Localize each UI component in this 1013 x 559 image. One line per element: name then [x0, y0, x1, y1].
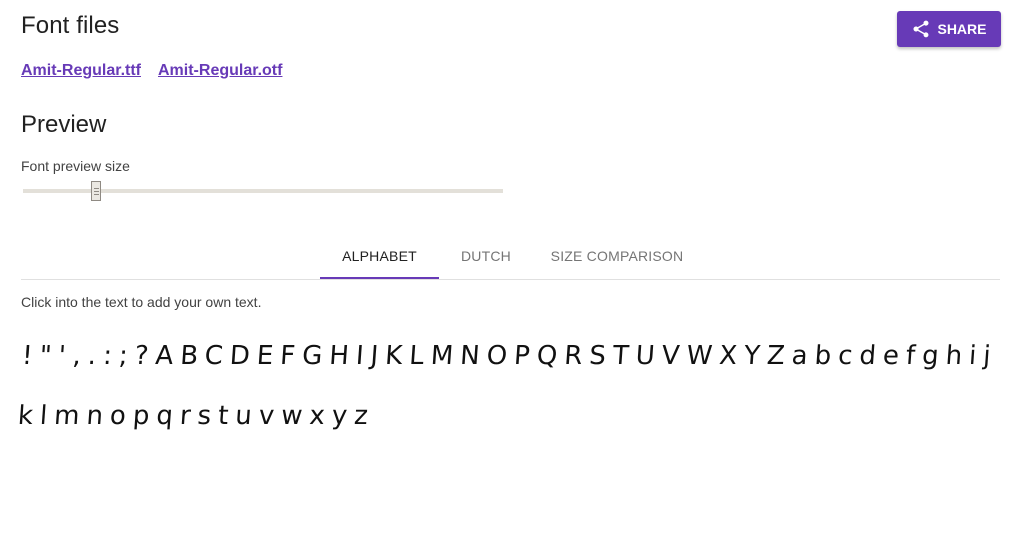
share-icon: [913, 20, 929, 38]
tab-size-comparison[interactable]: SIZE COMPARISON: [533, 234, 701, 278]
slider-thumb[interactable]: [91, 181, 102, 201]
share-button[interactable]: SHARE: [897, 11, 1001, 47]
tab-dutch[interactable]: DUTCH: [439, 234, 533, 278]
font-file-links: Amit-Regular.ttf Amit-Regular.otf: [21, 62, 282, 80]
download-ttf-link[interactable]: Amit-Regular.ttf: [21, 62, 141, 80]
font-size-slider[interactable]: [23, 180, 503, 204]
font-size-slider-label: Font preview size: [21, 158, 130, 174]
download-otf-link[interactable]: Amit-Regular.otf: [158, 62, 282, 80]
preview-heading: Preview: [21, 111, 107, 138]
share-label: SHARE: [937, 21, 987, 37]
tab-alphabet[interactable]: ALPHABET: [320, 234, 439, 279]
font-files-heading: Font files: [21, 12, 120, 39]
preview-tabs: ALPHABET DUTCH SIZE COMPARISON: [21, 234, 1000, 280]
font-preview-text[interactable]: !"',.:;?ABCDEFGHIJKLMNOPQRSTUVWXYZabcdef…: [16, 326, 1004, 446]
preview-hint: Click into the text to add your own text…: [21, 294, 262, 310]
